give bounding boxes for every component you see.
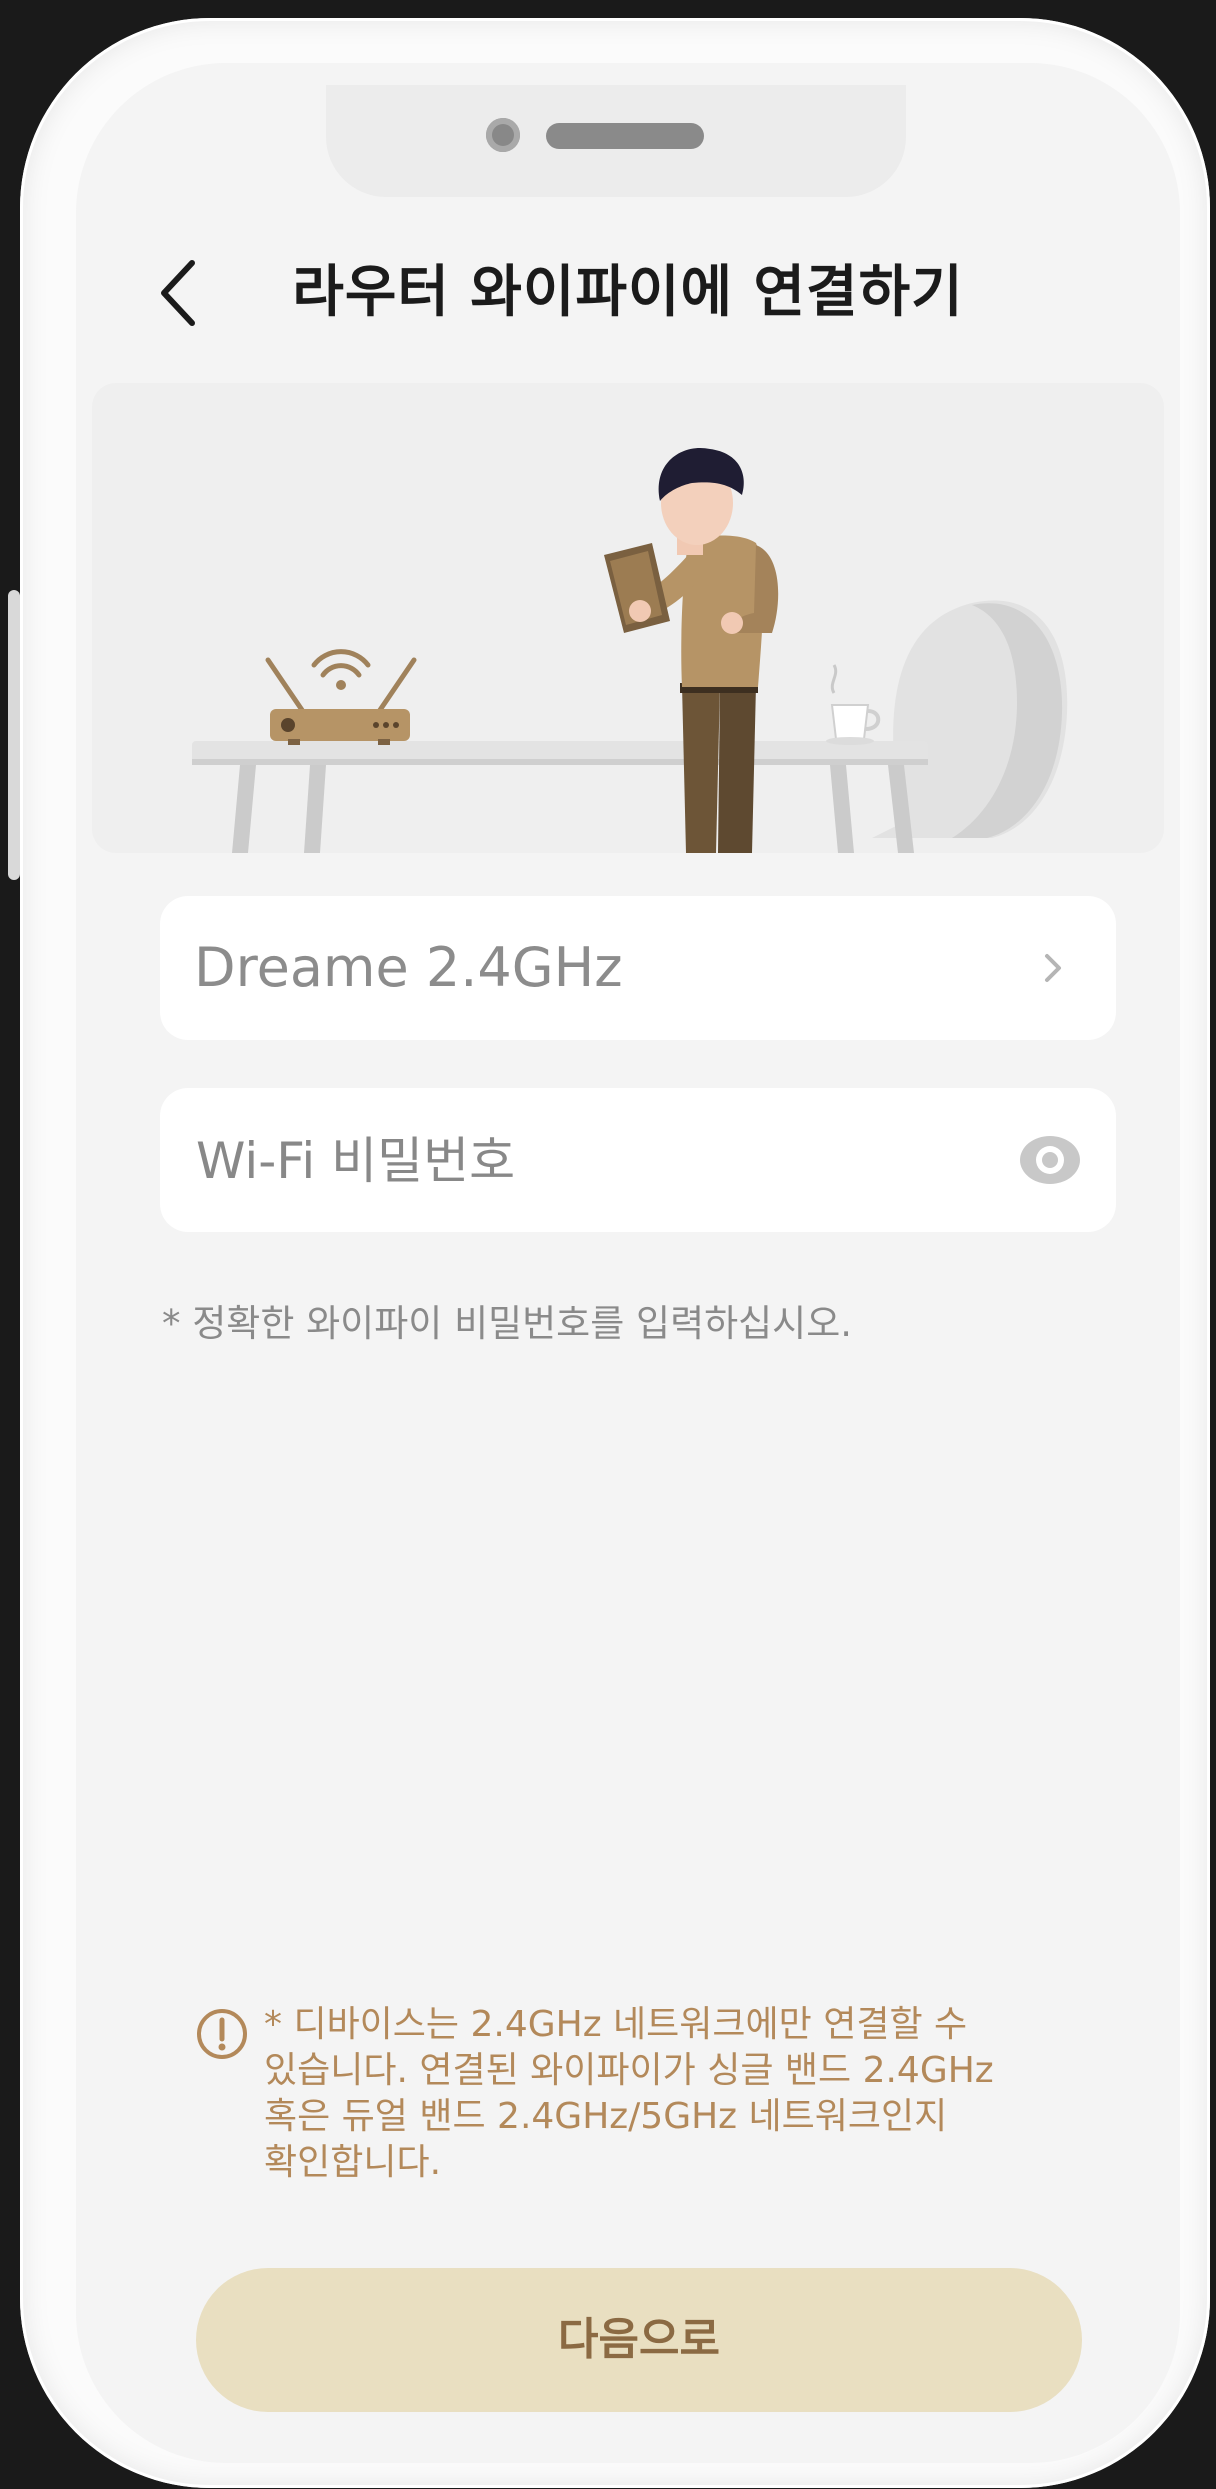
wifi-password-input[interactable] [194, 1088, 998, 1234]
router-icon [265, 649, 417, 745]
page-title: 라우터 와이파이에 연결하기 [292, 260, 964, 325]
next-button[interactable]: 다음으로 [196, 2268, 1082, 2412]
table [192, 741, 928, 853]
router-connection-illustration [92, 383, 1164, 853]
eye-icon[interactable] [1016, 1130, 1084, 1190]
coffee-cup-icon [826, 664, 881, 745]
password-hint: * 정확한 와이파이 비밀번호를 입력하십시오. [162, 1302, 853, 1345]
chevron-right-icon [1045, 954, 1061, 982]
wifi-network-selector[interactable]: Dreame 2.4GHz [160, 896, 1116, 1040]
wifi-ssid: Dreame 2.4GHz [194, 936, 623, 999]
app-screen: 라우터 와이파이에 연결하기 Dreame 2.4GHz * 정확한 와이파이 … [76, 63, 1180, 2463]
phone-side-button [8, 590, 20, 880]
speaker-grille [546, 123, 704, 149]
exclamation-circle-icon [197, 2009, 247, 2059]
password-field-container [160, 1088, 1116, 1234]
network-notice-text: * 디바이스는 2.4GHz 네트워크에만 연결할 수 있습니다. 연결된 와이… [264, 2004, 994, 2183]
phone-frame: 라우터 와이파이에 연결하기 Dreame 2.4GHz * 정확한 와이파이 … [20, 18, 1210, 2488]
person-with-tablet [604, 447, 779, 853]
camera-icon [486, 118, 520, 152]
